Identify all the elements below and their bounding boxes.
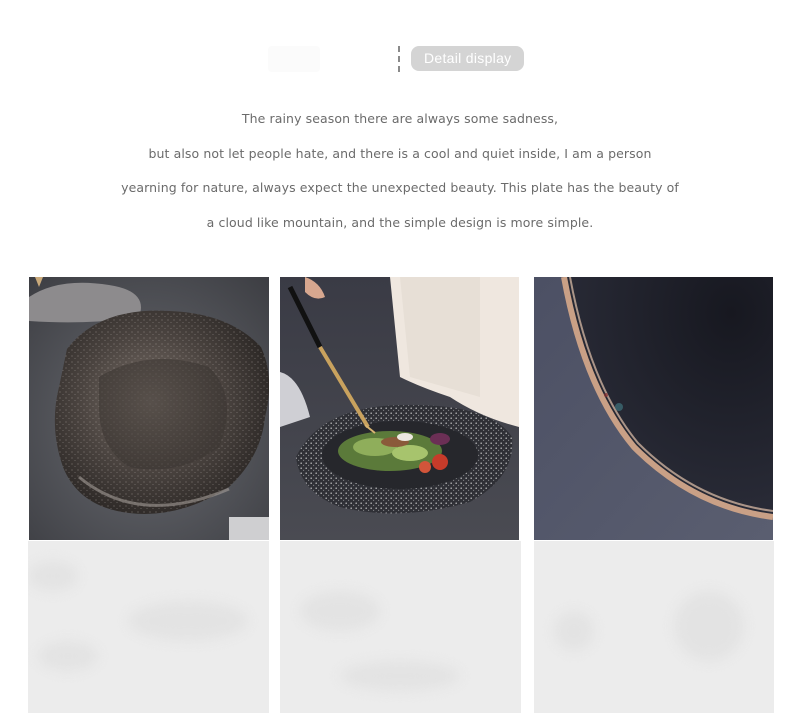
header-watermark [268, 46, 320, 72]
product-detail-page: Detail display The rainy season there ar… [0, 0, 800, 724]
image-placeholder [534, 541, 774, 713]
product-photo-salad [280, 277, 519, 540]
product-photo-plate [29, 277, 269, 540]
description-line: but also not let people hate, and there … [148, 145, 652, 161]
description-line: a cloud like mountain, and the simple de… [206, 214, 594, 230]
image-placeholder [280, 541, 521, 713]
image-placeholder [28, 541, 269, 713]
detail-display-tag: Detail display [411, 46, 525, 71]
description-line: yearning for nature, always expect the u… [121, 180, 679, 195]
header-divider [398, 46, 400, 72]
product-description: The rainy season there are always some s… [0, 108, 800, 246]
product-photo-rim-closeup [534, 277, 773, 540]
description-line: The rainy season there are always some s… [241, 111, 559, 126]
